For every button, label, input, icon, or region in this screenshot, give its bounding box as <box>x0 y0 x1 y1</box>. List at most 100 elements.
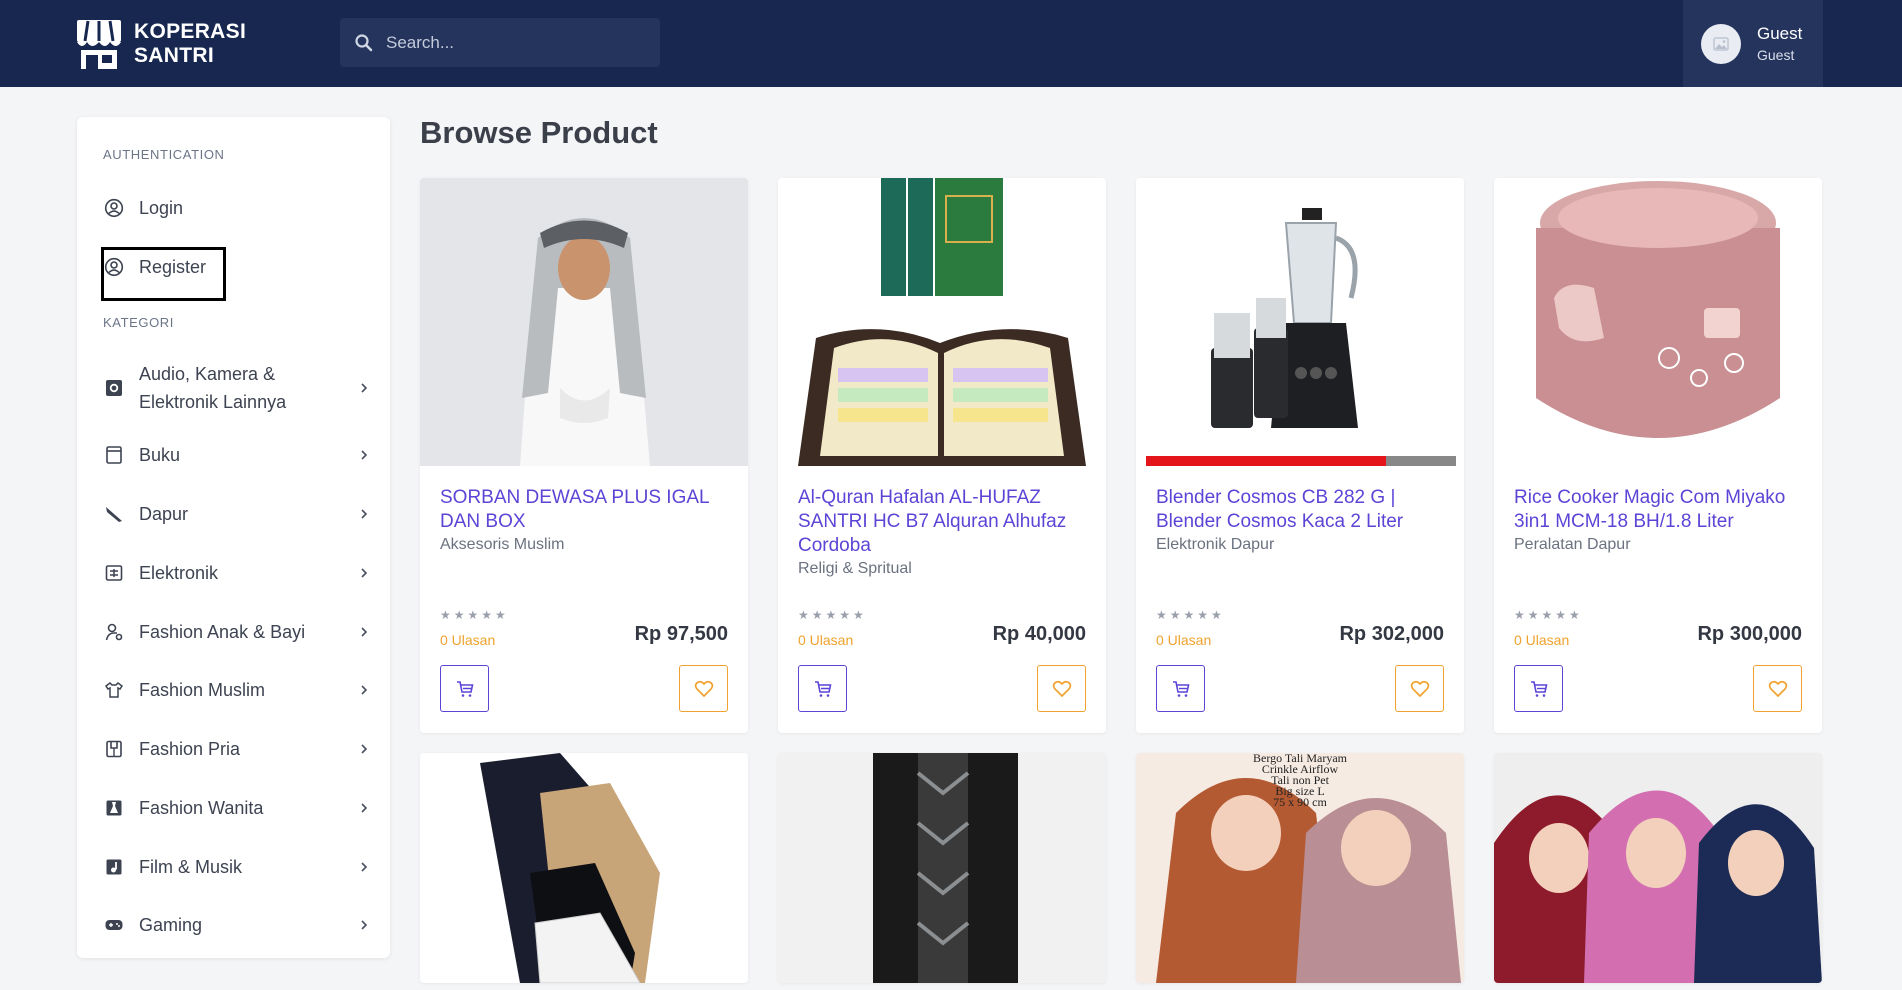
sidebar-item-fashion-muslim[interactable]: Fashion Muslim <box>103 679 371 701</box>
product-price: Rp 97,500 <box>634 623 728 645</box>
sidebar-item-dapur[interactable]: Dapur <box>103 503 371 525</box>
product-card[interactable]: Rice Cooker Magic Com Miyako 3in1 MCM-18… <box>1494 178 1822 733</box>
favorite-button[interactable] <box>1395 665 1444 712</box>
product-name[interactable]: SORBAN DEWASA PLUS IGAL DAN BOX <box>440 486 730 534</box>
product-price: Rp 300,000 <box>1697 623 1802 645</box>
product-card[interactable] <box>778 753 1106 983</box>
category-section-title: KATEGORI <box>103 315 175 330</box>
product-image[interactable] <box>420 178 748 466</box>
brand-name-line1: KOPERASI <box>134 20 247 43</box>
sidebar-item-label: Fashion Pria <box>139 738 241 759</box>
sidebar-item-buku[interactable]: Buku <box>103 444 371 466</box>
product-category: Elektronik Dapur <box>1156 536 1275 553</box>
product-image[interactable] <box>778 753 1106 983</box>
sidebar-item-label: Fashion Anak & Bayi <box>139 621 306 642</box>
product-card[interactable] <box>1494 753 1822 983</box>
favorite-button[interactable] <box>1753 665 1802 712</box>
favorite-button[interactable] <box>679 665 728 712</box>
review-count: 0 Ulasan <box>798 632 854 648</box>
product-image[interactable] <box>1494 753 1822 983</box>
search-bar[interactable] <box>340 18 660 67</box>
product-category: Peralatan Dapur <box>1514 536 1631 553</box>
shirt-icon <box>103 679 125 701</box>
knife-icon <box>103 503 125 525</box>
sidebar-item-label: Register <box>139 256 207 277</box>
product-price: Rp 40,000 <box>992 623 1086 645</box>
chevron-right-icon <box>361 744 368 754</box>
sidebar-item-login[interactable]: Login <box>103 197 371 219</box>
sidebar-item-label: Elektronik <box>139 562 219 583</box>
product-card[interactable]: Al-Quran Hafalan AL-HUFAZ SANTRI HC B7 A… <box>778 178 1106 733</box>
product-category: Religi & Spritual <box>798 560 912 577</box>
product-image[interactable]: Bergo Tali Maryam Crinkle Airflow Tali n… <box>1136 753 1464 983</box>
image-caption: Bergo Tali Maryam Crinkle Airflow Tali n… <box>1252 753 1348 809</box>
top-navbar: KOPERASI SANTRI Guest Guest <box>0 0 1902 87</box>
add-to-cart-button[interactable] <box>440 665 489 712</box>
chevron-right-icon <box>361 450 368 460</box>
product-image[interactable] <box>1136 178 1464 466</box>
user-menu[interactable]: Guest Guest <box>1683 0 1823 87</box>
search-input[interactable] <box>386 32 646 53</box>
product-name[interactable]: Rice Cooker Magic Com Miyako 3in1 MCM-18… <box>1514 486 1804 534</box>
product-name[interactable]: Al-Quran Hafalan AL-HUFAZ SANTRI HC B7 A… <box>798 486 1088 558</box>
sidebar-item-register[interactable]: Register <box>103 256 371 278</box>
product-card[interactable] <box>420 753 748 983</box>
sidebar-item-label: Buku <box>139 444 181 465</box>
image-placeholder-icon <box>1713 36 1729 51</box>
plug-icon <box>103 562 125 584</box>
product-name[interactable]: Blender Cosmos CB 282 G | Blender Cosmos… <box>1156 486 1446 534</box>
heart-icon <box>1410 680 1429 697</box>
chevron-right-icon <box>361 627 368 637</box>
gamepad-icon <box>103 914 125 936</box>
sidebar-item-label: Elektronik Lainnya <box>139 392 287 412</box>
favorite-button[interactable] <box>1037 665 1086 712</box>
rating-stars: ★★★★★ <box>440 608 509 622</box>
heart-icon <box>694 680 713 697</box>
user-circle-icon <box>103 197 125 219</box>
sidebar-item-fashion-wanita[interactable]: Fashion Wanita <box>103 797 371 819</box>
user-circle-icon <box>103 256 125 278</box>
cart-icon <box>1172 680 1189 697</box>
chevron-right-icon <box>361 568 368 578</box>
sidebar-item-label: Gaming <box>139 914 203 935</box>
add-to-cart-button[interactable] <box>1156 665 1205 712</box>
baby-icon <box>103 621 125 643</box>
store-logo-icon <box>77 20 121 69</box>
sidebar-item-fashion-anak[interactable]: Fashion Anak & Bayi <box>103 621 371 643</box>
product-card[interactable]: Bergo Tali Maryam Crinkle Airflow Tali n… <box>1136 753 1464 983</box>
sidebar-item-label: Fashion Muslim <box>139 679 266 700</box>
chevron-right-icon <box>361 685 368 695</box>
heart-icon <box>1768 680 1787 697</box>
rating-stars: ★★★★★ <box>1514 608 1583 622</box>
sidebar-item-label: Film & Musik <box>139 856 242 877</box>
sidebar-item-elektronik[interactable]: Elektronik <box>103 562 371 584</box>
product-image[interactable] <box>420 753 748 983</box>
auth-section-title: AUTHENTICATION <box>103 147 225 162</box>
music-note-icon <box>103 856 125 878</box>
book-icon <box>103 444 125 466</box>
product-card[interactable]: SORBAN DEWASA PLUS IGAL DAN BOX Aksesori… <box>420 178 748 733</box>
review-count: 0 Ulasan <box>440 632 496 648</box>
sidebar-item-fashion-pria[interactable]: Fashion Pria <box>103 738 371 760</box>
brand[interactable]: KOPERASI SANTRI <box>76 18 246 70</box>
user-role: Guest <box>1757 46 1795 63</box>
product-image[interactable] <box>778 178 1106 466</box>
product-image[interactable] <box>1494 178 1822 466</box>
review-count: 0 Ulasan <box>1514 632 1570 648</box>
chevron-right-icon <box>361 803 368 813</box>
sidebar-item-gaming[interactable]: Gaming <box>103 914 371 936</box>
add-to-cart-button[interactable] <box>1514 665 1563 712</box>
sidebar-item-film-musik[interactable]: Film & Musik <box>103 856 371 878</box>
chevron-right-icon <box>361 509 368 519</box>
cart-icon <box>814 680 831 697</box>
chevron-right-icon <box>361 383 368 393</box>
cart-icon <box>1530 680 1547 697</box>
avatar <box>1701 23 1741 64</box>
add-to-cart-button[interactable] <box>798 665 847 712</box>
brand-name-line2: SANTRI <box>134 44 214 67</box>
rating-stars: ★★★★★ <box>798 608 867 622</box>
search-icon <box>355 33 373 51</box>
sidebar-item-audio-kamera[interactable]: Audio, Kamera & Elektronik Lainnya <box>103 360 371 416</box>
product-card[interactable]: Blender Cosmos CB 282 G | Blender Cosmos… <box>1136 178 1464 733</box>
chevron-right-icon <box>361 862 368 872</box>
